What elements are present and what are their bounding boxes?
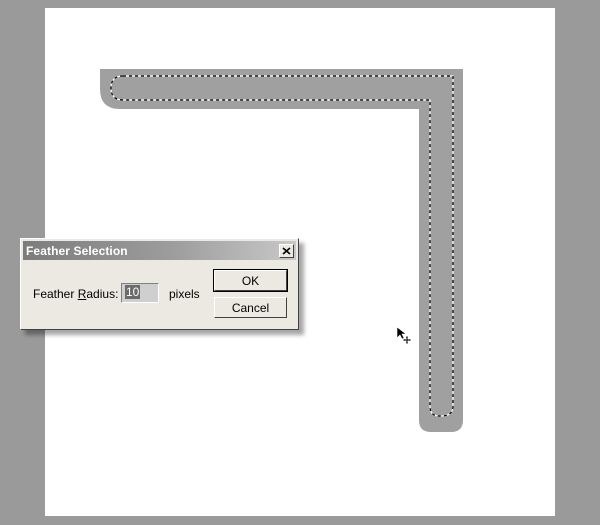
ok-button[interactable]: OK: [213, 269, 288, 292]
feather-radius-input[interactable]: 10: [121, 283, 159, 303]
close-button[interactable]: [279, 243, 294, 258]
close-icon: [282, 246, 291, 255]
cancel-button[interactable]: Cancel: [214, 297, 287, 318]
move-arrow-cursor-icon: [396, 326, 411, 344]
dialog-title: Feather Selection: [26, 243, 128, 258]
feather-radius-label: Feather Radius:: [33, 287, 119, 301]
unit-label: pixels: [169, 287, 200, 301]
dialog-titlebar[interactable]: Feather Selection: [23, 241, 296, 260]
feather-selection-dialog: Feather Selection Feather Radius: 10 pix…: [20, 238, 299, 330]
feather-radius-value: 10: [125, 285, 141, 299]
